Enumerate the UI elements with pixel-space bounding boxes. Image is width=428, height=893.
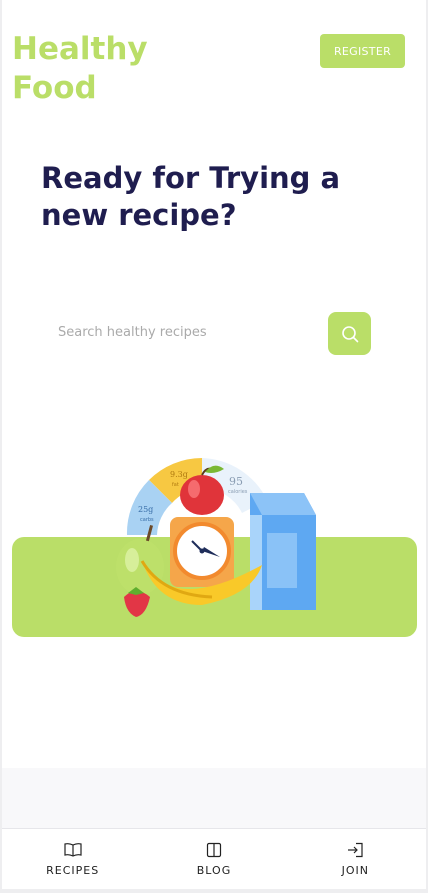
tab-blog-label: BLOG	[196, 864, 232, 877]
brand-line-2: Food	[12, 70, 97, 106]
carbs-value: 25g	[138, 505, 153, 514]
search-button[interactable]	[328, 312, 371, 355]
search-input[interactable]: Search healthy recipes	[58, 318, 318, 348]
carbs-label: carbs	[140, 517, 154, 523]
notebook-icon	[206, 842, 222, 858]
fat-value: 9.3g	[170, 470, 188, 479]
open-book-icon	[64, 843, 82, 857]
register-button[interactable]: REGISTER	[320, 34, 405, 68]
tab-join[interactable]: JOIN	[285, 829, 426, 889]
tab-recipes[interactable]: RECIPES	[2, 829, 143, 889]
brand-line-1: Healthy	[12, 31, 148, 67]
tab-recipes-label: RECIPES	[46, 864, 100, 877]
tab-blog[interactable]: BLOG	[143, 829, 284, 889]
search-icon	[341, 325, 358, 342]
brand-logo[interactable]: Healthy Food	[12, 30, 148, 108]
healthy-food-illustration: 9.3g fat 25g carbs 95 calories	[116, 458, 316, 617]
login-arrow-icon	[348, 842, 363, 858]
calories-label: calories	[228, 489, 248, 495]
calories-value: 95	[229, 475, 243, 488]
app-screen: Healthy Food REGISTER Ready for Trying a…	[2, 0, 426, 889]
hero-title: Ready for Trying a new recipe?	[41, 161, 341, 232]
footer-band	[2, 768, 426, 828]
bottom-tab-bar: RECIPES BLOG JOIN	[2, 828, 426, 889]
fat-label: fat	[172, 482, 179, 488]
tab-join-label: JOIN	[341, 864, 369, 877]
